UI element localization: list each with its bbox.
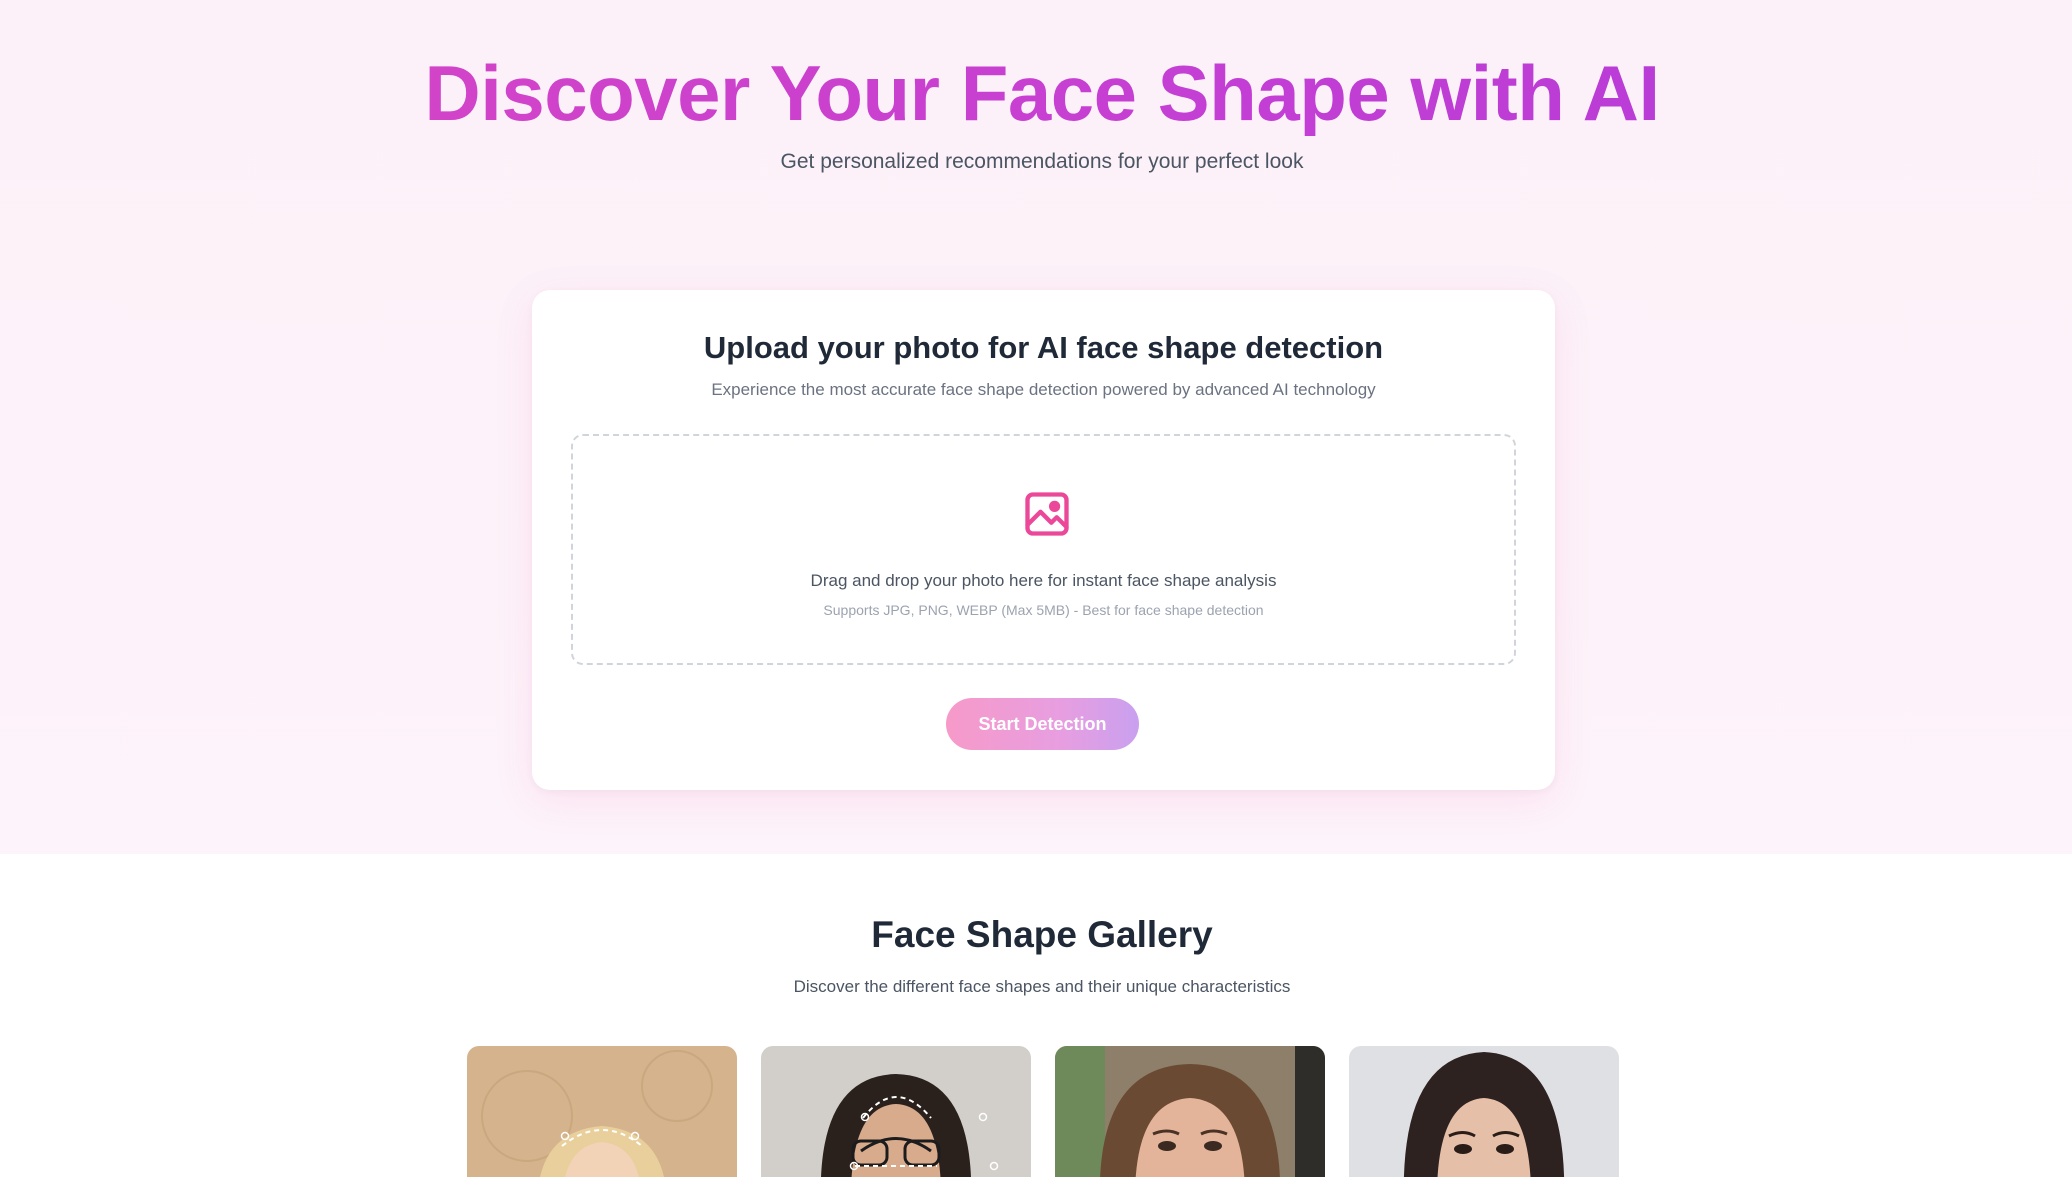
gallery-title: Face Shape Gallery (871, 914, 1213, 955)
upload-subtitle: Experience the most accurate face shape … (711, 380, 1376, 399)
gallery-card-1[interactable] (467, 1046, 737, 1177)
hero-section: Discover Your Face Shape with AI Get per… (0, 0, 2072, 854)
page-title: Discover Your Face Shape with AI (0, 48, 2072, 138)
image-icon (1025, 492, 1069, 536)
gallery-card-4[interactable] (1349, 1046, 1619, 1177)
gallery-photo-2 (761, 1046, 1031, 1177)
page-subtitle: Get personalized recommendations for you… (780, 150, 1304, 173)
photo-dropzone[interactable]: Drag and drop your photo here for instan… (571, 434, 1516, 665)
upload-card: Upload your photo for AI face shape dete… (532, 290, 1555, 790)
dropzone-hint: Supports JPG, PNG, WEBP (Max 5MB) - Best… (823, 602, 1264, 618)
start-detection-button[interactable]: Start Detection (946, 698, 1139, 750)
gallery-card-2[interactable] (761, 1046, 1031, 1177)
gallery-card-3[interactable] (1055, 1046, 1325, 1177)
gallery-photo-4 (1349, 1046, 1619, 1177)
gallery-photo-1 (467, 1046, 737, 1177)
dropzone-text: Drag and drop your photo here for instan… (810, 571, 1277, 590)
gallery-subtitle: Discover the different face shapes and t… (793, 977, 1291, 996)
gallery-photo-3 (1055, 1046, 1325, 1177)
upload-title: Upload your photo for AI face shape dete… (703, 330, 1384, 365)
